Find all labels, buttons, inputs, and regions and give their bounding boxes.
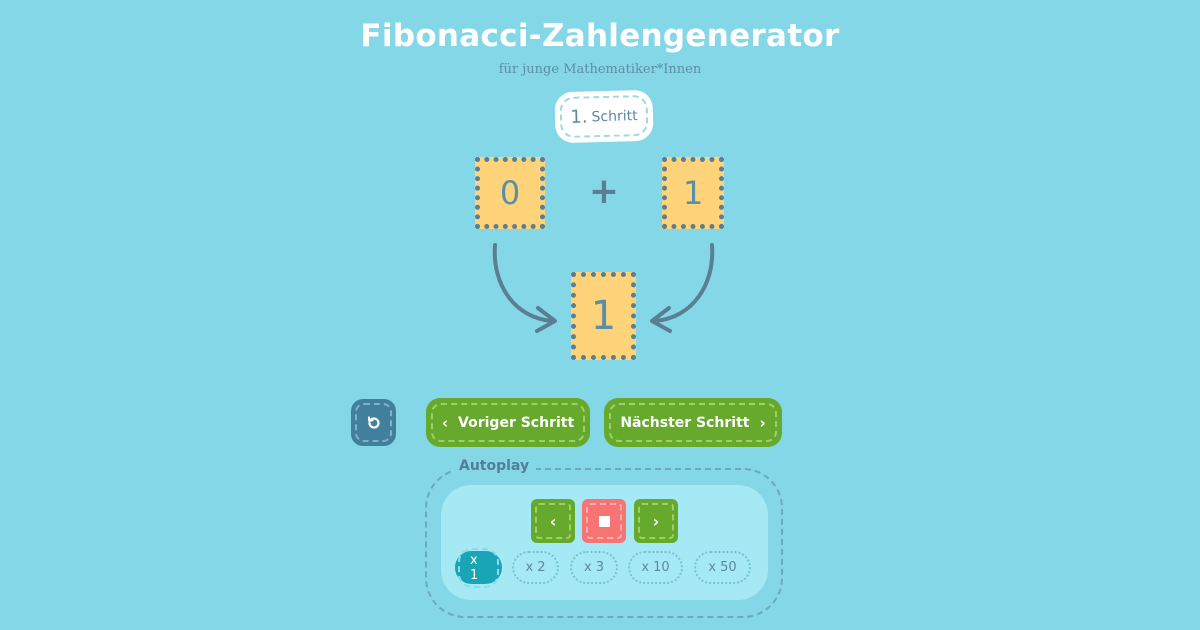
speed-label: x 10 [641, 560, 670, 575]
chevron-right-icon: › [652, 511, 660, 531]
previous-step-button[interactable]: ‹ Voriger Schritt [426, 398, 590, 447]
speed-option-x50[interactable]: x 50 [694, 551, 751, 584]
speed-option-x1[interactable]: x 1 [455, 547, 502, 588]
result-value: 1 [590, 293, 617, 339]
previous-step-label: Voriger Schritt [458, 414, 575, 431]
result-box: 1 [571, 272, 636, 360]
reset-button-inner [355, 403, 392, 442]
previous-step-button-inner: ‹ Voriger Schritt [431, 403, 585, 442]
speed-option-x2[interactable]: x 2 [512, 551, 559, 584]
speed-option-x10[interactable]: x 10 [628, 551, 683, 584]
left-arrow-icon [492, 243, 554, 323]
chevron-left-icon: ‹ [441, 413, 449, 432]
reset-icon [367, 415, 380, 429]
autoplay-forward-button[interactable]: › [634, 499, 678, 543]
autoplay-stop-button[interactable] [582, 499, 626, 543]
stop-icon [598, 515, 610, 527]
next-step-button[interactable]: Nächster Schritt › [604, 398, 782, 447]
speed-label: x 3 [583, 560, 605, 575]
next-step-label: Nächster Schritt [620, 414, 750, 431]
autoplay-stop-inner [586, 503, 622, 539]
autoplay-forward-inner: › [638, 503, 674, 539]
speed-label: x 1 [458, 547, 499, 588]
chevron-right-icon: › [759, 413, 766, 432]
chevron-left-icon: ‹ [549, 511, 557, 531]
right-arrow-icon [653, 243, 715, 323]
next-step-button-inner: Nächster Schritt › [609, 403, 777, 442]
autoplay-backward-button[interactable]: ‹ [531, 499, 575, 543]
speed-label: x 2 [525, 560, 546, 575]
autoplay-backward-inner: ‹ [535, 503, 571, 539]
autoplay-legend: Autoplay [452, 458, 537, 474]
speed-option-x3[interactable]: x 3 [570, 551, 618, 584]
reset-button[interactable] [351, 399, 396, 446]
speed-label: x 50 [708, 560, 737, 575]
